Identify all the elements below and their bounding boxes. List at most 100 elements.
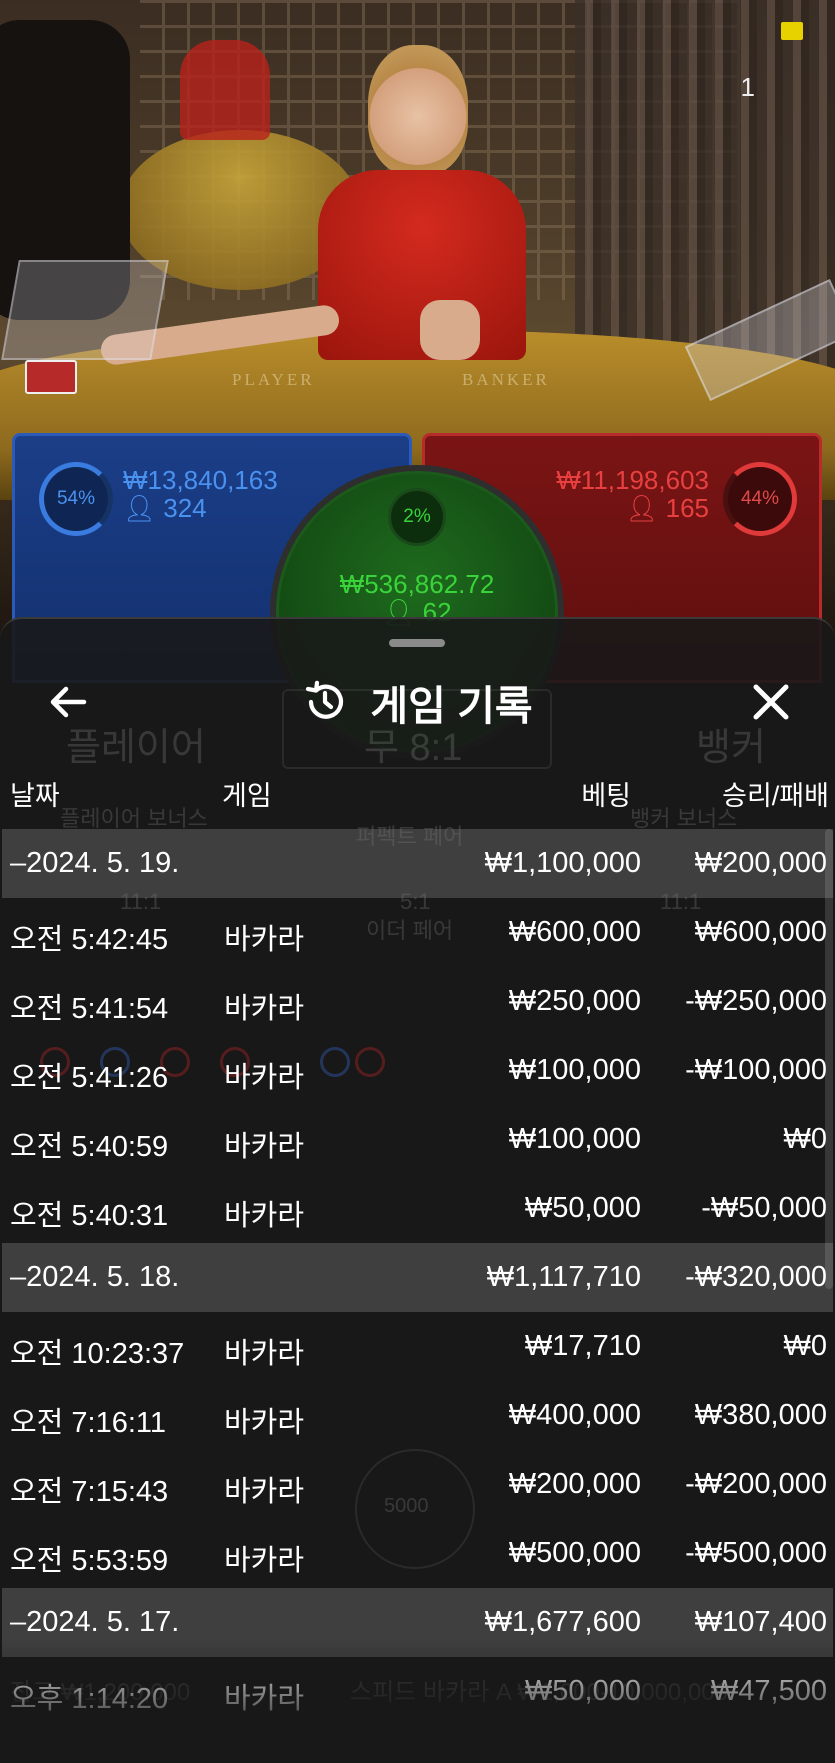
column-header-date: 날짜 [10, 781, 60, 811]
time-label: 오전 5:42:45 [10, 924, 169, 956]
win-loss-amount: -₩500,000 [685, 1537, 827, 1569]
bet-amount: ₩1,100,000 [484, 847, 641, 879]
banker-count: 165 [665, 493, 709, 523]
game-name: 바카라 [224, 1062, 305, 1094]
game-name: 바카라 [224, 1683, 305, 1715]
game-name: 바카라 [224, 924, 305, 956]
date-label: –2024. 5. 19. [10, 847, 180, 879]
player-percent: 54% [56, 488, 96, 509]
game-row: 오전 5:40:59 바카라 ₩100,000 ₩0 [2, 1105, 833, 1174]
date-label: –2024. 5. 18. [10, 1261, 180, 1293]
game-name: 바카라 [224, 1407, 305, 1439]
bet-amount: ₩400,000 [508, 1399, 641, 1431]
game-row: 오전 5:53:59 바카라 ₩500,000 -₩500,000 [2, 1519, 833, 1588]
bet-amount: ₩1,117,710 [486, 1261, 641, 1293]
game-row: 오전 5:41:26 바카라 ₩100,000 -₩100,000 [2, 1036, 833, 1105]
bet-amount: ₩17,710 [524, 1330, 641, 1362]
win-loss-amount: ₩0 [783, 1330, 828, 1362]
banker-total-amount: ₩11,198,603 [556, 465, 709, 495]
time-label: 오전 5:53:59 [10, 1545, 169, 1577]
user-icon: 👤︎ [123, 493, 157, 523]
game-name: 바카라 [224, 1545, 305, 1577]
bet-amount: ₩1,677,600 [484, 1606, 641, 1638]
time-label: 오전 7:16:11 [10, 1407, 167, 1439]
sheet-title: 게임 기록 [370, 683, 533, 729]
tie-percent: 2% [403, 506, 431, 527]
table-label-player: PLAYER [232, 370, 315, 389]
column-header-result: 승리/패배 [722, 781, 829, 811]
bet-amount: ₩100,000 [508, 1054, 641, 1086]
win-loss-amount: -₩100,000 [685, 1054, 827, 1086]
game-history-sheet: 플레이어 무 8:1 뱅커 플레이어 보너스 퍼펙트 페어 뱅커 보너스 11:… [0, 617, 835, 1763]
background-dealer [180, 40, 270, 140]
game-row: 오전 5:41:54 바카라 ₩250,000 -₩250,000 [2, 967, 833, 1036]
player-percent-ring: 54% [39, 462, 113, 536]
game-row: 오후 1:14:20 바카라 ₩50,000 ₩47,500 [2, 1657, 833, 1726]
sheet-title-group: 게임 기록 [0, 674, 835, 730]
close-button[interactable] [743, 674, 799, 730]
game-name: 바카라 [224, 1476, 305, 1508]
bet-amount: ₩100,000 [508, 1123, 641, 1155]
win-loss-amount: ₩200,000 [694, 847, 827, 879]
date-label: –2024. 5. 17. [10, 1606, 180, 1638]
viewer-count: 1 [740, 72, 755, 102]
tie-percent-ring: 2% [388, 488, 446, 546]
player-count-row: 👤︎ 324 [123, 494, 278, 522]
player-total-amount: ₩13,840,163 [123, 465, 278, 495]
dealer-head [368, 45, 468, 175]
time-label: 오전 5:40:59 [10, 1131, 169, 1163]
win-loss-amount: ₩47,500 [710, 1675, 827, 1707]
sheet-drag-handle[interactable] [389, 639, 445, 647]
time-label: 오전 5:41:26 [10, 1062, 169, 1094]
player-stats: ₩13,840,163 👤︎ 324 [123, 466, 278, 522]
time-label: 오전 7:15:43 [10, 1476, 169, 1508]
win-loss-amount: ₩0 [783, 1123, 828, 1155]
history-table[interactable]: –2024. 5. 19. ₩1,100,000 ₩200,000 오전 5:42:4… [2, 829, 833, 1726]
time-label: 오전 5:41:54 [10, 993, 169, 1025]
win-loss-amount: -₩320,000 [685, 1261, 827, 1293]
bet-amount: ₩250,000 [508, 985, 641, 1017]
column-header-bet: 베팅 [581, 781, 631, 811]
history-icon [306, 680, 344, 719]
game-name: 바카라 [224, 993, 305, 1025]
win-loss-amount: -₩50,000 [701, 1192, 827, 1224]
win-loss-amount: -₩200,000 [685, 1468, 827, 1500]
bet-amount: ₩600,000 [508, 916, 641, 948]
game-row: 오전 10:23:37 바카라 ₩17,710 ₩0 [2, 1312, 833, 1381]
game-row: 오전 5:40:31 바카라 ₩50,000 -₩50,000 [2, 1174, 833, 1243]
column-header-game: 게임 [222, 781, 272, 811]
game-name: 바카라 [224, 1131, 305, 1163]
win-loss-amount: ₩600,000 [694, 916, 827, 948]
player-count: 324 [163, 493, 207, 523]
card-deck [25, 360, 77, 394]
game-name: 바카라 [224, 1200, 305, 1232]
tie-total-amount: ₩536,862.72 [339, 569, 495, 599]
game-row: 오전 5:42:45 바카라 ₩600,000 ₩600,000 [2, 898, 833, 967]
bet-amount: ₩200,000 [508, 1468, 641, 1500]
table-label-banker: BANKER [462, 370, 550, 389]
indicator-tab [781, 22, 803, 40]
bet-amount: ₩50,000 [524, 1192, 641, 1224]
banker-percent: 44% [740, 488, 780, 509]
scrollbar[interactable] [825, 829, 833, 1289]
dealer-hand [420, 300, 480, 360]
card-shoe [1, 260, 169, 360]
date-group-row[interactable]: –2024. 5. 17. ₩1,677,600 ₩107,400 [2, 1588, 833, 1657]
time-label: 오전 5:40:31 [10, 1200, 169, 1232]
bet-amount: ₩50,000 [524, 1675, 641, 1707]
win-loss-amount: -₩250,000 [685, 985, 827, 1017]
banker-stats: ₩11,198,603 👤︎ 165 [556, 466, 709, 522]
close-icon [753, 684, 789, 720]
time-label: 오후 1:14:20 [10, 1683, 169, 1715]
date-group-row[interactable]: –2024. 5. 18. ₩1,117,710 -₩320,000 [2, 1243, 833, 1312]
sheet-header: 게임 기록 [0, 664, 835, 740]
game-row: 오전 7:15:43 바카라 ₩200,000 -₩200,000 [2, 1450, 833, 1519]
win-loss-amount: ₩107,400 [694, 1606, 827, 1638]
banker-percent-ring: 44% [723, 462, 797, 536]
game-row: 오전 7:16:11 바카라 ₩400,000 ₩380,000 [2, 1381, 833, 1450]
game-name: 바카라 [224, 1338, 305, 1370]
bet-amount: ₩500,000 [508, 1537, 641, 1569]
time-label: 오전 10:23:37 [10, 1338, 185, 1370]
date-group-row[interactable]: –2024. 5. 19. ₩1,100,000 ₩200,000 [2, 829, 833, 898]
user-icon: 👤︎ [625, 493, 659, 523]
